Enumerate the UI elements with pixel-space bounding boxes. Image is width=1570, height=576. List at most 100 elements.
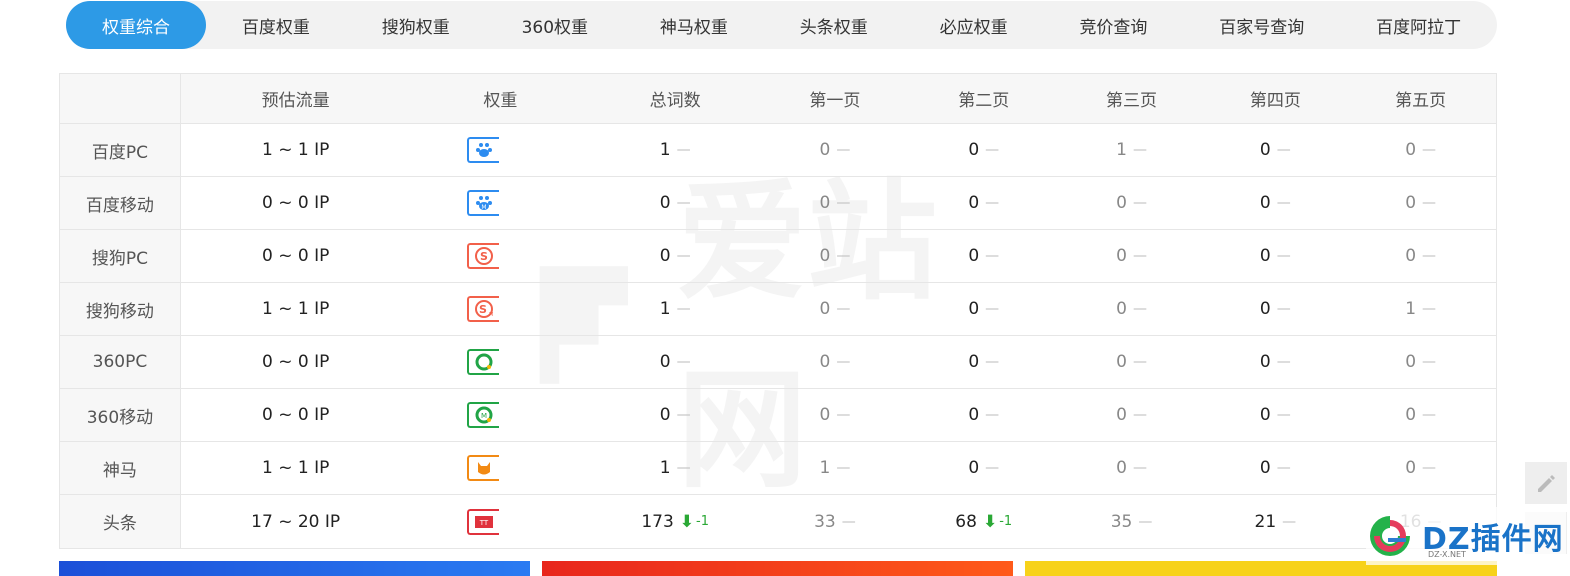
weight-badge[interactable]: 0 — [467, 349, 534, 375]
baidu-m-icon: M — [467, 190, 500, 216]
total-keywords[interactable]: 173 ⬇ -1 — [590, 495, 760, 548]
rank-delta: -1 — [999, 514, 1013, 529]
ad-banner-1[interactable] — [59, 561, 530, 576]
trend-dash: — — [676, 301, 691, 317]
360-m-icon: M — [467, 402, 500, 428]
page-3-count[interactable]: 0— — [1058, 336, 1206, 388]
weight-badge[interactable]: 0 — [467, 455, 534, 481]
tab-7[interactable]: 竞价查询 — [1044, 1, 1184, 49]
weight-badge[interactable]: 0 — [467, 137, 534, 163]
page-4-count[interactable]: 0— — [1205, 442, 1345, 494]
tab-9[interactable]: 百度阿拉丁 — [1340, 1, 1497, 49]
page-4-count[interactable]: 0— — [1205, 283, 1345, 335]
svg-text:M: M — [489, 312, 493, 318]
table-row: 360移动 0 ~ 0 IP M 0 0—0—0—0—0—0— — [60, 389, 1496, 442]
page-3-count[interactable]: 0— — [1058, 283, 1206, 335]
trend-dash: — — [1422, 354, 1437, 370]
total-keywords[interactable]: 0— — [590, 177, 760, 229]
weight-badge[interactable]: SM0 — [467, 296, 534, 322]
page-3-count[interactable]: 0— — [1058, 442, 1206, 494]
weight-badge[interactable]: S0 — [467, 243, 534, 269]
sogou-icon: S — [467, 243, 500, 269]
weight-value: 0 — [499, 296, 534, 322]
weight-value: 0 — [499, 508, 534, 535]
page-1-count[interactable]: 0— — [760, 177, 910, 229]
page-1-count[interactable]: 0— — [760, 230, 910, 282]
page-2-count[interactable]: 68 ⬇ -1 — [910, 495, 1058, 548]
page-3-count[interactable]: 35— — [1058, 495, 1206, 548]
page-5-count[interactable]: 0— — [1345, 124, 1496, 176]
page-5-count[interactable]: 0— — [1345, 389, 1496, 441]
weight-cell: 0 — [411, 124, 591, 176]
total-keywords[interactable]: 1— — [590, 442, 760, 494]
tab-2[interactable]: 搜狗权重 — [346, 1, 486, 49]
page-3-count[interactable]: 1— — [1058, 124, 1206, 176]
page-3-count[interactable]: 0— — [1058, 177, 1206, 229]
table-row: 神马 1 ~ 1 IP 0 1—1—0—0—0—0— — [60, 442, 1496, 495]
shenma-icon — [467, 455, 500, 481]
page-1-count[interactable]: 0— — [760, 283, 910, 335]
page-3-count[interactable]: 0— — [1058, 230, 1206, 282]
tab-4[interactable]: 神马权重 — [624, 1, 764, 49]
row-label: 搜狗PC — [60, 230, 181, 282]
trend-dash: — — [676, 142, 691, 158]
tab-0[interactable]: 权重综合 — [66, 1, 206, 49]
total-keywords[interactable]: 0— — [590, 230, 760, 282]
tab-3[interactable]: 360权重 — [486, 1, 624, 49]
tab-5[interactable]: 头条权重 — [764, 1, 904, 49]
page-5-count[interactable]: 0— — [1345, 442, 1496, 494]
page-4-count[interactable]: 0— — [1205, 177, 1345, 229]
page-2-count[interactable]: 0— — [910, 442, 1058, 494]
trend-dash: — — [836, 248, 851, 264]
page-2-count[interactable]: 0— — [910, 389, 1058, 441]
page-4-count[interactable]: 21— — [1205, 495, 1345, 548]
column-header: 第二页 — [909, 74, 1058, 123]
page-2-count[interactable]: 0— — [910, 177, 1058, 229]
trend-dash: — — [1132, 142, 1147, 158]
page-4-count[interactable]: 0— — [1205, 124, 1345, 176]
ad-banner-2[interactable] — [542, 561, 1013, 576]
total-keywords[interactable]: 0— — [590, 389, 760, 441]
total-keywords[interactable]: 1— — [590, 124, 760, 176]
page-1-count[interactable]: 0— — [760, 389, 910, 441]
weight-table: 预估流量 权重 总词数 第一页 第二页 第三页 第四页 第五页 百度PC 1 ~ 1 IP 0 1—0… — [59, 73, 1497, 549]
page-1-count[interactable]: 1— — [760, 442, 910, 494]
page-1-count[interactable]: 0— — [760, 124, 910, 176]
tab-1[interactable]: 百度权重 — [206, 1, 346, 49]
page-4-count[interactable]: 0— — [1205, 230, 1345, 282]
page-4-count[interactable]: 0— — [1205, 336, 1345, 388]
trend-dash: — — [1422, 301, 1437, 317]
page-1-count[interactable]: 33— — [760, 495, 910, 548]
page-5-count[interactable]: 0— — [1345, 230, 1496, 282]
edit-button[interactable] — [1525, 462, 1567, 504]
tab-6[interactable]: 必应权重 — [904, 1, 1044, 49]
page-5-count[interactable]: 1— — [1345, 283, 1496, 335]
trend-dash: — — [676, 248, 691, 264]
page-1-count[interactable]: 0— — [760, 336, 910, 388]
trend-dash: — — [1276, 354, 1291, 370]
total-keywords[interactable]: 0— — [590, 336, 760, 388]
trend-dash: — — [1422, 407, 1437, 423]
page-2-count[interactable]: 0— — [910, 230, 1058, 282]
page-3-count[interactable]: 0— — [1058, 389, 1206, 441]
page-2-count[interactable]: 0— — [910, 124, 1058, 176]
traffic-estimate: 1 ~ 1 IP — [261, 458, 330, 478]
page-5-count[interactable]: 0— — [1345, 177, 1496, 229]
trend-dash: — — [676, 407, 691, 423]
page-2-count[interactable]: 0— — [910, 283, 1058, 335]
table-row: 搜狗移动 1 ~ 1 IP S M 0 1—0—0—0—0—1— — [60, 283, 1496, 336]
weight-value: 0 — [499, 349, 534, 375]
weight-badge[interactable]: M0 — [467, 190, 534, 216]
trend-dash: — — [1132, 460, 1147, 476]
trend-dash: — — [1132, 248, 1147, 264]
page-4-count[interactable]: 0— — [1205, 389, 1345, 441]
page-2-count[interactable]: 0— — [910, 336, 1058, 388]
weight-badge[interactable]: TT 0 — [467, 508, 534, 535]
weight-badge[interactable]: M0 — [467, 402, 534, 428]
column-header: 总词数 — [590, 74, 761, 123]
row-label: 360PC — [60, 336, 181, 388]
total-keywords[interactable]: 1— — [590, 283, 760, 335]
page-5-count[interactable]: 0— — [1345, 336, 1496, 388]
tab-8[interactable]: 百家号查询 — [1183, 1, 1340, 49]
row-label: 头条 — [60, 495, 181, 548]
